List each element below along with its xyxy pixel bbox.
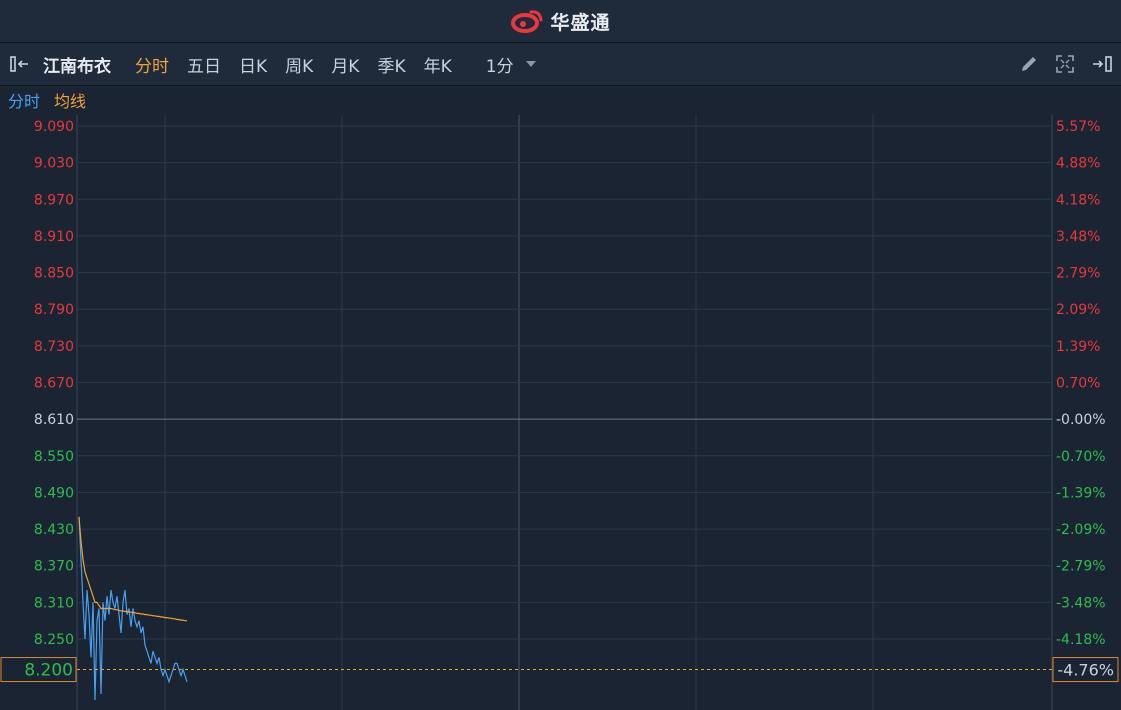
price-tick-label: 8.430 [34,522,74,538]
percent-tick-label: -0.70% [1056,449,1106,465]
percent-tick-label: -0.00% [1056,412,1106,428]
price-tick-label: 8.910 [34,229,74,245]
chart-series [78,516,188,701]
price-tick-label: 8.670 [34,376,74,392]
price-tick-label: 8.610 [34,412,74,428]
percent-tick-label: -2.09% [1056,522,1106,538]
percent-tick-label: 3.48% [1056,229,1100,245]
price-tick-label: 8.370 [34,559,74,575]
percent-tick-label: 2.79% [1056,266,1100,282]
percent-tick-label: -3.48% [1056,595,1106,611]
percent-axis: 5.57% 4.88% 4.18% 3.48% 2.79% 2.09% 1.39% 0.70%… [1056,119,1106,648]
percent-tick-label: -4.18% [1056,632,1106,648]
percent-tick-label: 2.09% [1056,302,1100,318]
percent-tick-label: 5.57% [1056,119,1100,135]
price-tick-label: 8.550 [34,449,74,465]
price-tick-label: 8.250 [34,632,74,648]
percent-tick-label: -2.79% [1056,559,1106,575]
percent-tick-label: 0.70% [1056,376,1100,392]
price-tick-label: 8.310 [34,595,74,611]
price-tick-label: 8.970 [34,192,74,208]
average-series-line [78,516,187,622]
percent-tick-label: 4.18% [1056,192,1100,208]
price-tick-label: 8.730 [34,339,74,355]
price-series-line [78,516,188,701]
percent-tick-label: 4.88% [1056,156,1100,172]
price-tick-label: 9.030 [34,156,74,172]
current-price-marker: 8.200 -4.76% [0,657,1119,683]
price-tick-label: 9.090 [34,119,74,135]
time-share-chart[interactable]: 9.090 9.030 8.970 8.910 8.850 8.790 8.730 8.670… [0,0,1121,710]
chart-grid [76,115,1053,710]
current-price-label: 8.200 [24,661,73,681]
percent-tick-label: -1.39% [1056,485,1106,501]
price-tick-label: 8.850 [34,266,74,282]
price-axis: 9.090 9.030 8.970 8.910 8.850 8.790 8.730 8.670… [34,119,74,648]
percent-tick-label: 1.39% [1056,339,1100,355]
price-tick-label: 8.490 [34,485,74,501]
price-tick-label: 8.790 [34,302,74,318]
current-percent-label: -4.76% [1057,661,1114,680]
